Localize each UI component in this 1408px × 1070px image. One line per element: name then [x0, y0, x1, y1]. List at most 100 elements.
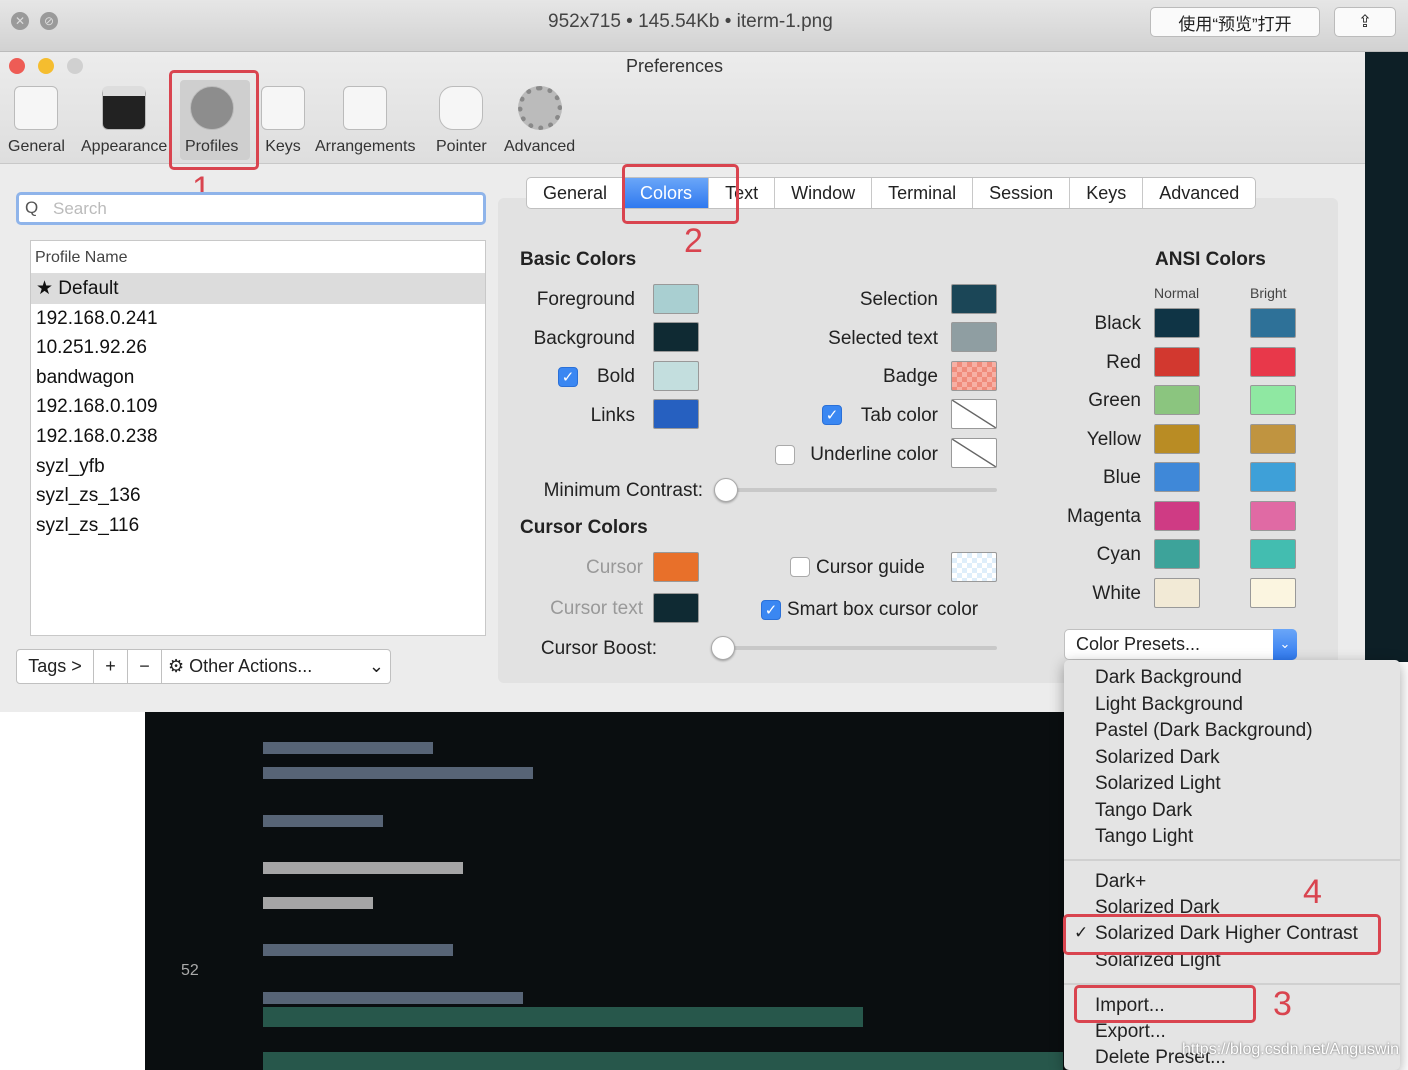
toolbar-label: General [8, 138, 65, 155]
ansi-cyan-bright-swatch[interactable] [1250, 539, 1296, 569]
annotation-2: 2 [684, 222, 703, 260]
profile-row[interactable]: ★ Default [31, 274, 485, 304]
tab-general[interactable]: General [527, 178, 625, 208]
share-icon[interactable]: ⇪ [1334, 7, 1396, 37]
zoom-button[interactable] [67, 58, 83, 74]
disabled-icon[interactable]: ⊘ [40, 12, 58, 30]
cursor-text-swatch[interactable] [653, 593, 699, 623]
bold-label: Bold [596, 366, 635, 387]
cursor-text-label: Cursor text [550, 598, 643, 619]
ansi-yellow-normal-swatch[interactable] [1154, 423, 1200, 454]
underline-color-checkbox[interactable] [775, 445, 795, 465]
ansi-label-black: Black [1094, 313, 1141, 334]
profile-row[interactable]: syzl_yfb [31, 452, 485, 482]
minimize-button[interactable] [38, 58, 54, 74]
cursor-boost-knob[interactable] [711, 636, 735, 660]
tab-advanced[interactable]: Advanced [1143, 178, 1255, 208]
ansi-yellow-bright-swatch[interactable] [1250, 423, 1296, 454]
selection-label: Selection [859, 289, 938, 310]
profile-row[interactable]: 192.168.0.109 [31, 392, 485, 422]
tab-color-swatch[interactable] [951, 399, 997, 429]
toolbar-general[interactable]: General [8, 86, 65, 156]
foreground-label: Foreground [536, 289, 635, 310]
menu-item[interactable]: Tango Light [1095, 826, 1193, 848]
profile-row[interactable]: syzl_zs_136 [31, 481, 485, 511]
tags-button[interactable]: Tags > [17, 650, 94, 683]
menu-item[interactable]: Dark Background [1095, 667, 1242, 689]
menu-item[interactable]: Solarized Dark [1095, 747, 1220, 769]
ansi-red-bright-swatch[interactable] [1250, 346, 1296, 377]
profile-name-header[interactable]: Profile Name [31, 241, 485, 274]
ansi-label-cyan: Cyan [1096, 544, 1141, 565]
cursor-guide-swatch[interactable] [951, 552, 997, 582]
profile-list[interactable]: Profile Name ★ Default 192.168.0.241 10.… [30, 240, 486, 636]
search-input[interactable]: Search [16, 192, 486, 225]
minimum-contrast-knob[interactable] [714, 478, 738, 502]
add-profile-button[interactable]: + [94, 650, 128, 683]
badge-swatch[interactable] [951, 361, 997, 391]
ansi-cyan-normal-swatch[interactable] [1154, 539, 1200, 569]
toolbar-advanced[interactable]: Advanced [504, 86, 575, 156]
background-swatch[interactable] [653, 322, 699, 352]
annotation-box-4 [1063, 914, 1381, 955]
ansi-magenta-normal-swatch[interactable] [1154, 500, 1200, 531]
minimum-contrast-slider[interactable] [725, 488, 997, 492]
ansi-white-bright-swatch[interactable] [1250, 577, 1296, 608]
tab-window[interactable]: Window [775, 178, 873, 208]
underline-color-swatch[interactable] [951, 438, 997, 468]
toolbar-pointer[interactable]: Pointer [436, 86, 487, 156]
tab-terminal[interactable]: Terminal [872, 178, 974, 208]
normal-column-label: Normal [1154, 285, 1200, 301]
cursor-label: Cursor [585, 557, 643, 578]
menu-item[interactable]: Light Background [1095, 694, 1243, 716]
selection-swatch[interactable] [951, 284, 997, 314]
ansi-green-bright-swatch[interactable] [1250, 385, 1296, 415]
menu-item[interactable]: Solarized Light [1095, 773, 1221, 795]
cursor-boost-slider[interactable] [722, 646, 997, 650]
profile-actions-bar: Tags > + − ⚙ Other Actions... ⌄ [16, 649, 391, 684]
profile-row[interactable]: bandwagon [31, 363, 485, 393]
tab-color-checkbox[interactable]: ✓ [822, 405, 842, 425]
ansi-green-normal-swatch[interactable] [1154, 385, 1200, 415]
open-in-preview-button[interactable]: 使用“预览”打开 [1150, 7, 1320, 37]
ansi-magenta-bright-swatch[interactable] [1250, 500, 1296, 531]
gear-icon [517, 86, 562, 130]
menu-item[interactable]: Pastel (Dark Background) [1095, 720, 1313, 742]
ansi-black-bright-swatch[interactable] [1250, 308, 1296, 338]
terminal-window-icon [102, 86, 147, 130]
ansi-black-normal-swatch[interactable] [1154, 308, 1200, 338]
toolbar-label: Appearance [81, 138, 168, 155]
chevron-down-icon: ⌄ [368, 656, 384, 676]
profile-row[interactable]: 192.168.0.241 [31, 304, 485, 334]
close-button[interactable] [9, 58, 25, 74]
toolbar-keys[interactable]: Keys [261, 86, 305, 156]
toolbar-arrangements[interactable]: Arrangements [315, 86, 416, 156]
tab-keys[interactable]: Keys [1070, 178, 1144, 208]
ansi-blue-normal-swatch[interactable] [1154, 462, 1200, 492]
bold-swatch[interactable] [653, 361, 699, 391]
ansi-white-normal-swatch[interactable] [1154, 577, 1200, 608]
links-swatch[interactable] [653, 399, 699, 429]
close-icon[interactable]: ✕ [11, 12, 29, 30]
selected-text-swatch[interactable] [951, 322, 997, 352]
profile-row[interactable]: syzl_zs_116 [31, 511, 485, 541]
cursor-swatch[interactable] [653, 552, 699, 582]
ansi-red-normal-swatch[interactable] [1154, 346, 1200, 377]
menu-item-export[interactable]: Export... [1095, 1021, 1166, 1043]
toolbar-appearance[interactable]: Appearance [81, 86, 167, 156]
smart-box-checkbox[interactable]: ✓ [761, 600, 781, 620]
profile-row[interactable]: 10.251.92.26 [31, 333, 485, 363]
profile-row[interactable]: 192.168.0.238 [31, 422, 485, 452]
remove-profile-button[interactable]: − [128, 650, 162, 683]
tab-session[interactable]: Session [973, 178, 1071, 208]
other-actions-button[interactable]: ⚙ Other Actions... ⌄ [162, 650, 390, 683]
cursor-guide-checkbox[interactable] [790, 557, 810, 577]
foreground-swatch[interactable] [653, 284, 699, 314]
annotation-3: 3 [1273, 985, 1292, 1023]
ansi-blue-bright-swatch[interactable] [1250, 462, 1296, 492]
menu-item[interactable]: Tango Dark [1095, 800, 1192, 822]
menu-item[interactable]: Dark+ [1095, 871, 1146, 893]
annotation-4: 4 [1303, 873, 1322, 911]
color-presets-dropdown[interactable]: Color Presets... ⌄ [1064, 629, 1297, 660]
bold-checkbox[interactable]: ✓ [558, 367, 578, 387]
